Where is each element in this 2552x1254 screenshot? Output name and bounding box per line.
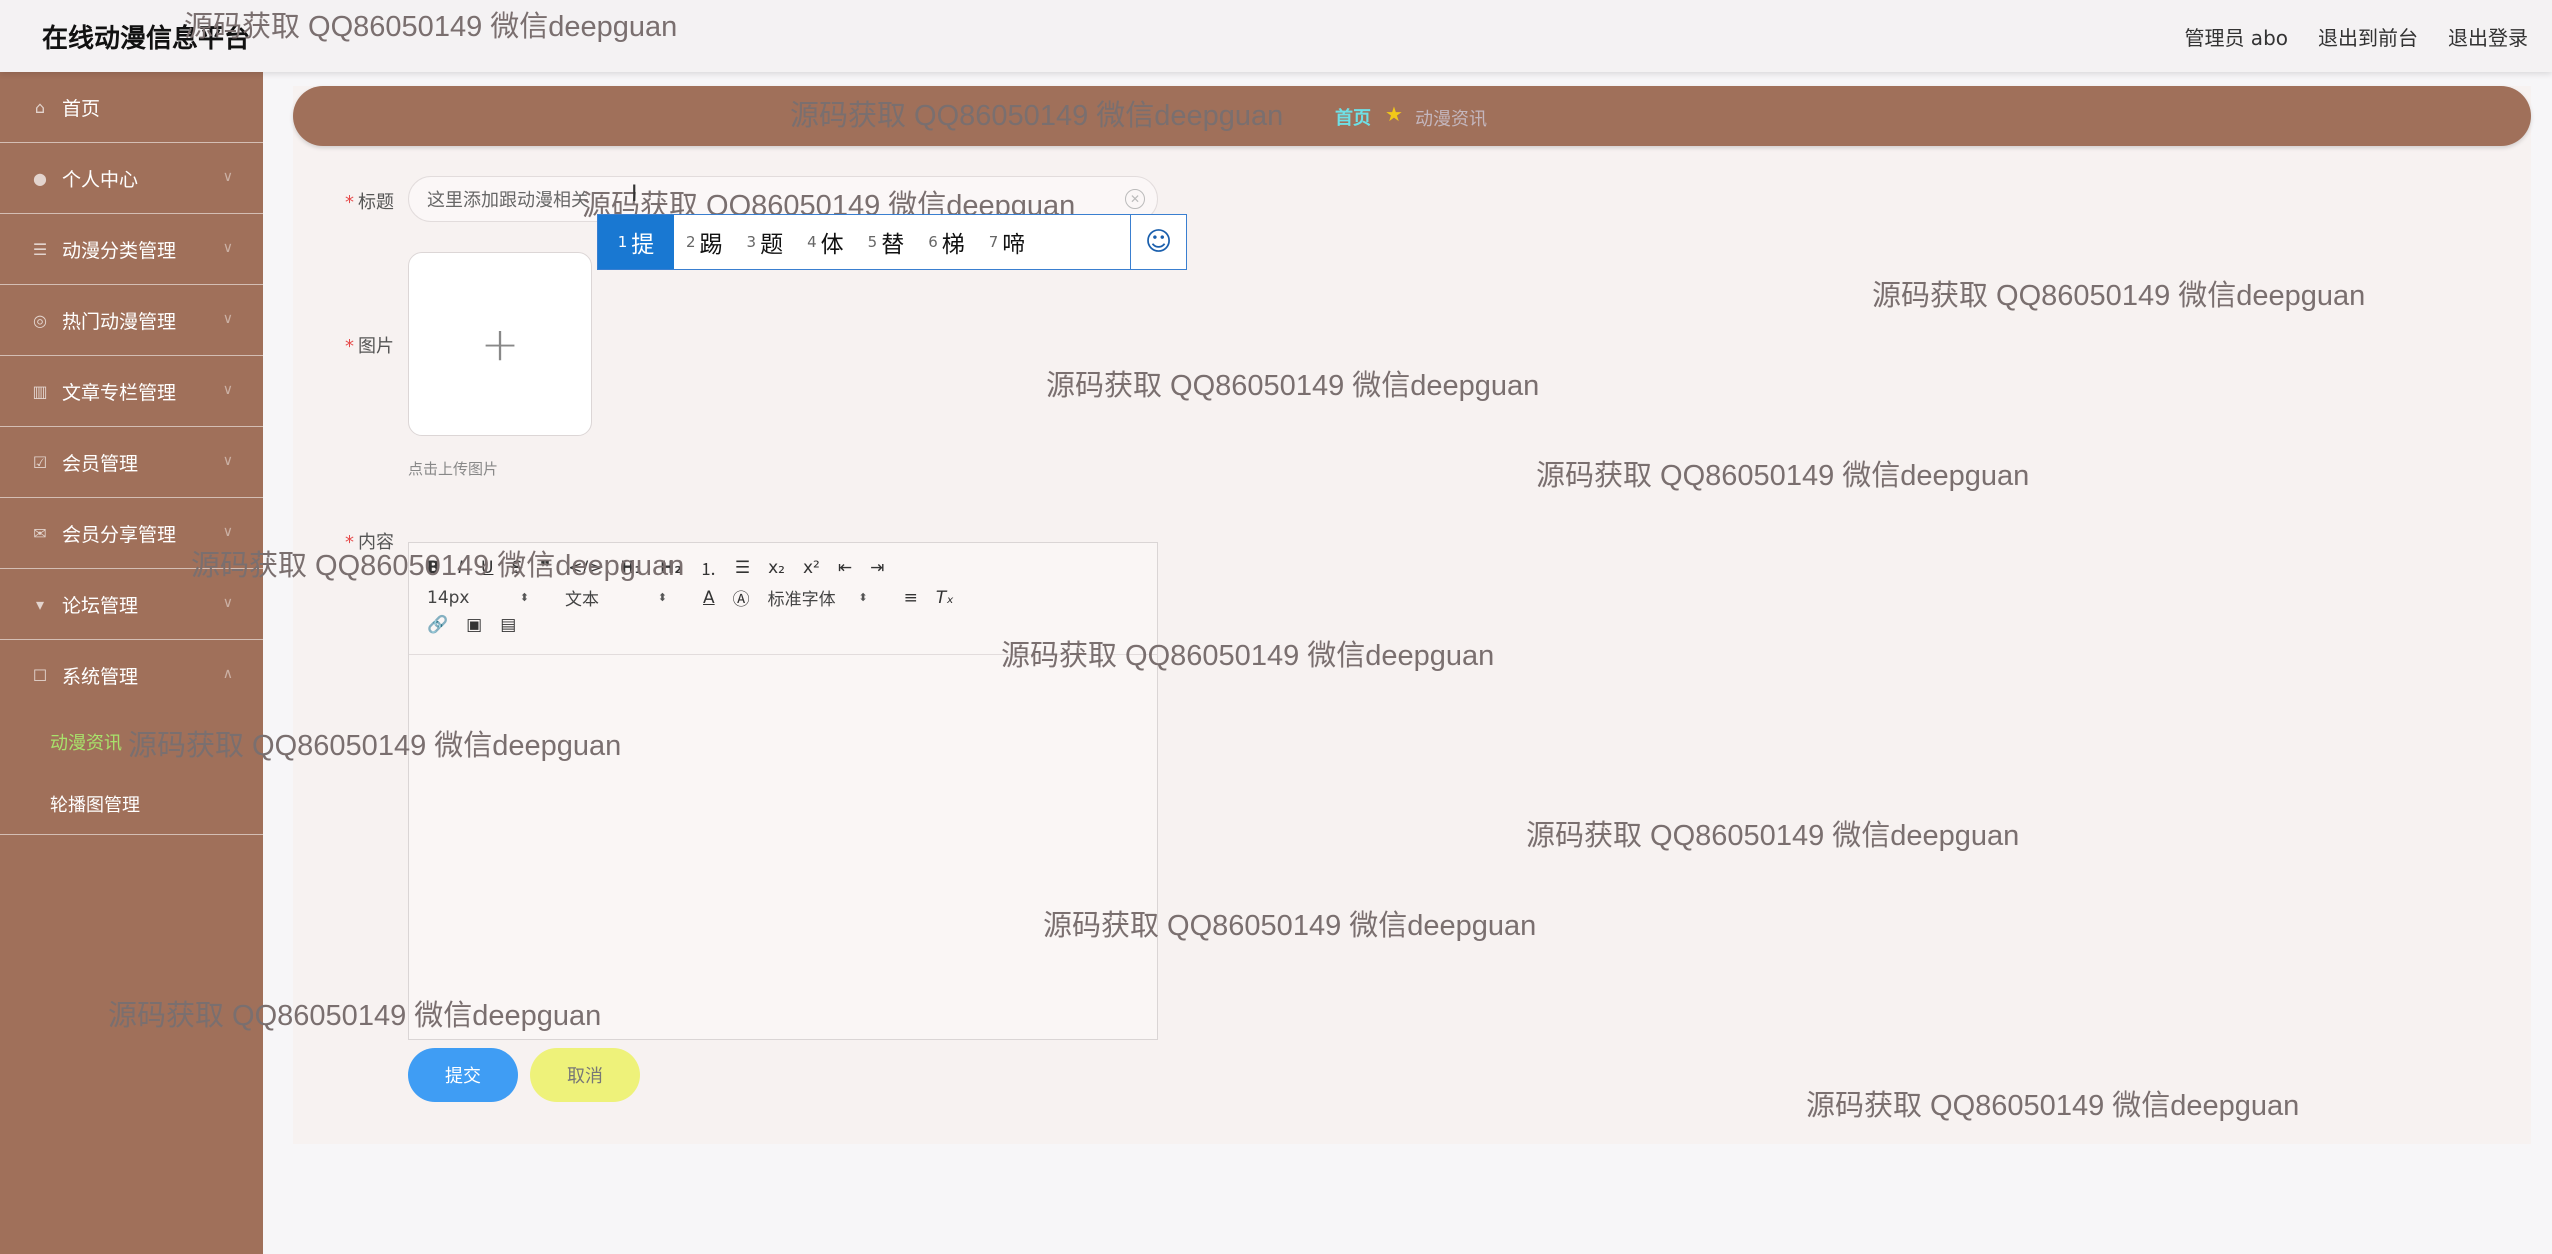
sidebar-item-label: 系统管理 [62, 666, 139, 688]
clear-icon[interactable]: ✕ [1125, 189, 1145, 209]
watermark-text: 源码获取 QQ86050149 微信deepguan [191, 550, 685, 582]
outdent-icon[interactable]: ⇤ [838, 558, 852, 578]
breadcrumb: 首页 ★ 动漫资讯 [293, 86, 2531, 146]
top-links: 管理员 abo 退出到前台 退出登录 [2184, 22, 2528, 51]
font-size-select[interactable]: 14px ⬍ [427, 588, 547, 608]
paragraph-select[interactable]: 文本 ⬍ [565, 585, 685, 610]
select-arrows-icon: ⬍ [519, 591, 529, 604]
select-arrows-icon: ⬍ [858, 591, 868, 604]
chevron-down-icon: ∨ [222, 524, 233, 540]
video-icon[interactable]: ▤ [500, 615, 516, 635]
upload-hint: 点击上传图片 [408, 460, 499, 478]
font-color-icon[interactable]: A [703, 588, 715, 608]
chevron-down-icon: ∨ [222, 453, 233, 469]
sidebar-item-members[interactable]: ☑ 会员管理 ∨ [0, 427, 263, 498]
ime-candidate[interactable]: 2踢 [674, 215, 735, 269]
watermark-text: 源码获取 QQ86050149 微信deepguan [790, 100, 1284, 132]
ordered-list-icon[interactable]: ⒈ [700, 555, 717, 580]
link-icon[interactable]: 🔗 [427, 615, 448, 635]
bullet-list-icon[interactable]: ☰ [735, 558, 750, 578]
toolbar-row-2: 14px ⬍ 文本 ⬍ A Ⓐ 标准字体 ⬍ ≡ Tₓ [427, 585, 972, 611]
ime-candidate[interactable]: 3题 [735, 215, 796, 269]
logout-link[interactable]: 退出登录 [2448, 22, 2528, 51]
chat-icon: ▾ [35, 594, 45, 614]
sidebar-item-label: 热门动漫管理 [62, 310, 177, 333]
sidebar-item-label: 论坛管理 [62, 594, 139, 617]
sidebar-item-home[interactable]: ⌂ 首页 [0, 72, 263, 143]
ime-candidate-popup: 1提 2踢 3题 4体 5替 6梯 7啼 ☺ [597, 214, 1187, 270]
sidebar-item-label: 会员管理 [62, 452, 139, 475]
ime-candidate[interactable]: 6梯 [916, 215, 977, 269]
watermark-text: 源码获取 QQ86050149 微信deepguan [1043, 910, 1537, 942]
subscript-icon[interactable]: x₂ [768, 558, 785, 578]
image-upload-button[interactable]: + [408, 252, 592, 436]
sidebar-item-system[interactable]: ☐ 系统管理 ∧ [0, 640, 263, 711]
mail-icon: ✉ [33, 523, 47, 543]
ime-candidate[interactable]: 7啼 [977, 215, 1038, 269]
ime-candidate[interactable]: 5替 [856, 215, 917, 269]
image-label: * 图片 [345, 336, 394, 357]
clear-format-icon[interactable]: Tₓ [936, 588, 954, 608]
watermark-text: 源码获取 QQ86050149 微信deepguan [1046, 370, 1540, 402]
sidebar-item-hot-anime[interactable]: ◎ 热门动漫管理 ∨ [0, 285, 263, 356]
chevron-down-icon: ∨ [222, 382, 233, 398]
circle-icon: ◎ [33, 310, 47, 330]
chevron-down-icon: ∨ [222, 311, 233, 327]
ime-candidate[interactable]: 4体 [795, 215, 856, 269]
home-icon: ⌂ [34, 97, 46, 117]
chevron-down-icon: ∨ [222, 169, 233, 185]
watermark-text: 源码获取 QQ86050149 微信deepguan [1526, 820, 2020, 852]
chart-icon: ▥ [32, 381, 48, 401]
image-icon[interactable]: ▣ [466, 615, 482, 635]
watermark-text: 源码获取 QQ86050149 微信deepguan [108, 1000, 602, 1032]
watermark-text: 源码获取 QQ86050149 微信deepguan [1536, 460, 2030, 492]
list-icon: ☰ [32, 239, 48, 259]
sidebar-item-label: 文章专栏管理 [62, 381, 177, 404]
superscript-icon[interactable]: x² [803, 558, 820, 578]
ime-candidate[interactable]: 1提 [598, 215, 674, 269]
background-color-icon[interactable]: Ⓐ [733, 585, 750, 610]
indent-icon[interactable]: ⇥ [870, 558, 884, 578]
text-cursor-icon: I [631, 182, 638, 207]
sidebar-item-personal-center[interactable]: ● 个人中心 ∨ [0, 143, 263, 214]
sidebar-subitem-carousel[interactable]: 轮播图管理 [0, 773, 263, 835]
star-icon: ★ [1385, 102, 1403, 126]
breadcrumb-current: 动漫资讯 [1415, 109, 1487, 130]
square-icon: ☐ [32, 666, 48, 685]
sidebar-item-label: 首页 [62, 97, 101, 120]
breadcrumb-home[interactable]: 首页 [1335, 104, 1371, 130]
sidebar-item-label: 会员分享管理 [62, 523, 177, 546]
sidebar-item-articles[interactable]: ▥ 文章专栏管理 ∨ [0, 356, 263, 427]
plus-icon: + [480, 317, 520, 371]
font-family-select[interactable]: 标准字体 ⬍ [768, 585, 886, 610]
select-arrows-icon: ⬍ [657, 591, 667, 604]
sidebar-item-label: 个人中心 [62, 168, 139, 191]
exit-to-front-link[interactable]: 退出到前台 [2318, 22, 2418, 51]
watermark-text: 源码获取 QQ86050149 微信deepguan [128, 730, 622, 762]
sidebar-item-label: 动漫分类管理 [62, 239, 177, 262]
admin-user-link[interactable]: 管理员 abo [2184, 22, 2288, 51]
user-icon: ● [33, 168, 47, 188]
watermark-text: 源码获取 QQ86050149 微信deepguan [1872, 280, 2366, 312]
title-label: * 标题 [345, 192, 394, 213]
check-icon: ☑ [32, 452, 48, 472]
watermark-text: 源码获取 QQ86050149 微信deepguan [184, 11, 678, 43]
watermark-text: 源码获取 QQ86050149 微信deepguan [1001, 640, 1495, 672]
rich-text-editor: B I U S ❞ </> H₁ H₂ ⒈ ☰ x₂ x² ⇤ ⇥ 14px ⬍ … [408, 542, 1158, 1040]
chevron-down-icon: ∨ [222, 240, 233, 256]
sidebar: ⌂ 首页 ● 个人中心 ∨ ☰ 动漫分类管理 ∨ ◎ 热门动漫管理 ∨ ▥ 文章… [0, 72, 263, 1254]
cancel-button[interactable]: 取消 [530, 1048, 640, 1102]
toolbar-row-3: 🔗 ▣ ▤ [427, 615, 534, 635]
align-icon[interactable]: ≡ [904, 588, 918, 608]
chevron-up-icon: ∧ [222, 666, 233, 682]
title-input-value: 这里添加跟动漫相关 [427, 190, 589, 211]
watermark-text: 源码获取 QQ86050149 微信deepguan [1806, 1090, 2300, 1122]
emoji-icon[interactable]: ☺ [1130, 215, 1186, 269]
submit-button[interactable]: 提交 [408, 1048, 518, 1102]
chevron-down-icon: ∨ [222, 595, 233, 611]
sidebar-item-anime-category[interactable]: ☰ 动漫分类管理 ∨ [0, 214, 263, 285]
